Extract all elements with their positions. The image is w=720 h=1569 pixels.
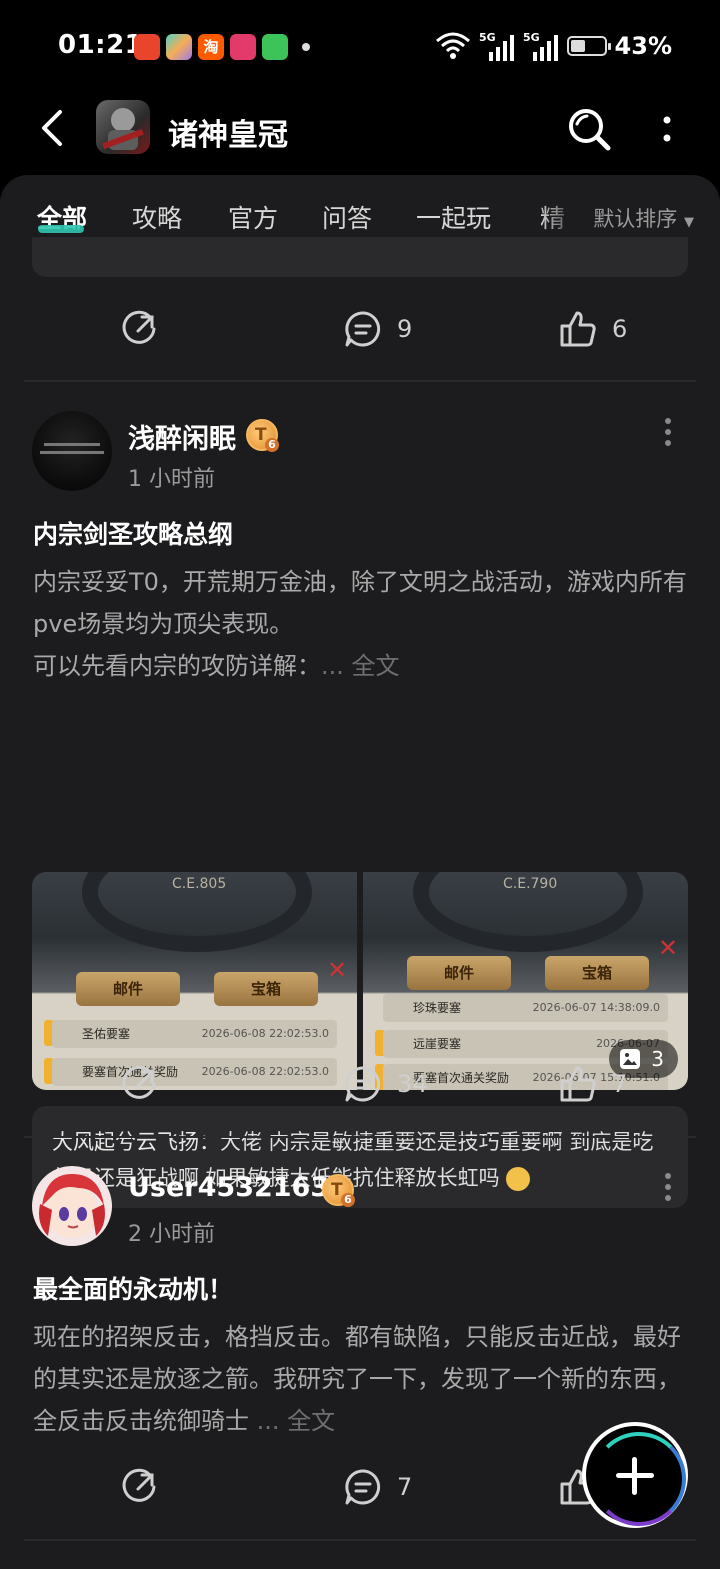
post-more-icon[interactable] [660,1172,676,1202]
battery-icon [566,36,611,56]
taobao-icon: 淘 [198,34,224,60]
tab-guides[interactable]: 攻略 [132,199,182,235]
create-post-button[interactable] [582,1422,688,1528]
post-more-icon[interactable] [660,417,676,447]
svg-text:5G: 5G [479,31,496,44]
comment-button[interactable]: 7 [343,1467,412,1507]
feed-panel: 全部 攻略 官方 问答 一起玩 精 默认排序 ▼ 9 6 [0,175,720,1569]
tab-play-together[interactable]: 一起玩 [416,199,491,235]
share-icon [122,1065,156,1099]
post-time: 1 小时前 [128,467,215,492]
dropdown-caret-icon: ▼ [684,215,694,230]
level-badge-icon: T6 [322,1174,355,1207]
share-button[interactable] [120,309,160,349]
battery-percent: 43% [614,32,672,60]
back-arrow-icon[interactable] [34,108,74,148]
sort-dropdown[interactable]: 默认排序 ▼ [583,203,694,233]
close-icon: ✕ [327,956,348,984]
post-time: 2 小时前 [128,1222,215,1247]
avatar[interactable] [32,1166,112,1246]
search-icon[interactable] [566,106,612,152]
post-title[interactable]: 内宗剑圣攻略总纲 [33,515,233,551]
tab-official[interactable]: 官方 [228,199,278,235]
read-more-link[interactable]: ... 全文 [257,1407,336,1435]
tab-qa[interactable]: 问答 [322,199,372,235]
status-time: 01:21 [58,30,144,60]
post-actions: 34 7 [0,1054,720,1114]
notification-icon-4 [230,34,256,60]
author-name[interactable]: User45321633 [128,1172,348,1203]
post-body-line-2: 可以先看内宗的攻防详解：... 全文 [33,652,400,680]
comment-count: 7 [397,1473,413,1501]
message-icon [262,34,288,60]
like-button[interactable]: 6 [558,309,627,349]
notification-icon-1 [134,34,160,60]
read-more-link[interactable]: ... 全文 [321,652,400,680]
signal-icon-2: 5G [523,31,558,61]
like-button[interactable]: 7 [558,1064,627,1104]
app-header: 诸神皇冠 [0,90,720,175]
post-title[interactable]: 最全面的永动机！ [33,1270,233,1306]
post-divider [24,1136,696,1138]
tabs-fade [540,185,580,245]
author-name[interactable]: 浅醉闲眠 [128,417,236,456]
notification-icon-2 [166,34,192,60]
thumbs-up-icon [560,311,596,347]
signal-icon-1: 5G [479,31,514,61]
comment-icon [345,311,381,347]
wifi-icon [435,32,470,59]
comment-count: 9 [397,315,413,343]
previous-post-actions: 9 6 [0,299,720,359]
share-icon [122,310,156,344]
game-icon[interactable] [96,100,150,154]
post-divider [24,1539,696,1541]
post-body[interactable]: 内宗妥妥T0，开荒期万金油，除了文明之战活动，游戏内所有pve场景均为顶尖表现。… [33,561,693,687]
status-bar: 01:21 淘 5G 5G 43% [0,0,720,90]
share-icon [122,1468,156,1502]
share-button[interactable] [120,1064,160,1104]
thumbs-up-icon [560,1066,596,1102]
previous-post-comment-preview[interactable] [32,237,688,277]
comment-button[interactable]: 34 [343,1064,428,1104]
svg-text:5G: 5G [523,31,540,44]
post-body[interactable]: 现在的招架反击，格挡反击。都有缺陷，只能反击近战，最好的其实还是放逐之箭。我研究… [33,1316,693,1442]
share-button[interactable] [120,1467,160,1507]
comment-author[interactable]: 大风起兮云飞扬： [52,1130,220,1154]
like-count: 6 [612,315,628,343]
comment-count: 34 [397,1070,428,1098]
level-badge-icon: T6 [246,419,279,452]
post-body-line-1: 内宗妥妥T0，开荒期万金油，除了文明之战活动，游戏内所有pve场景均为顶尖表现。 [33,568,687,638]
page-title: 诸神皇冠 [168,118,288,153]
avatar[interactable] [32,411,112,491]
active-tab-indicator [38,225,84,233]
status-right: 5G 5G 43% [435,28,672,64]
comment-icon [345,1066,381,1102]
comment-button[interactable]: 9 [343,309,412,349]
more-notifications-dot [302,43,310,51]
sad-emoji-icon [506,1167,531,1191]
more-vertical-icon[interactable] [655,110,679,150]
post-divider [24,380,696,382]
sort-label: 默认排序 [593,207,678,231]
close-icon: ✕ [658,934,679,962]
comment-icon [345,1469,381,1505]
like-count: 7 [612,1070,628,1098]
